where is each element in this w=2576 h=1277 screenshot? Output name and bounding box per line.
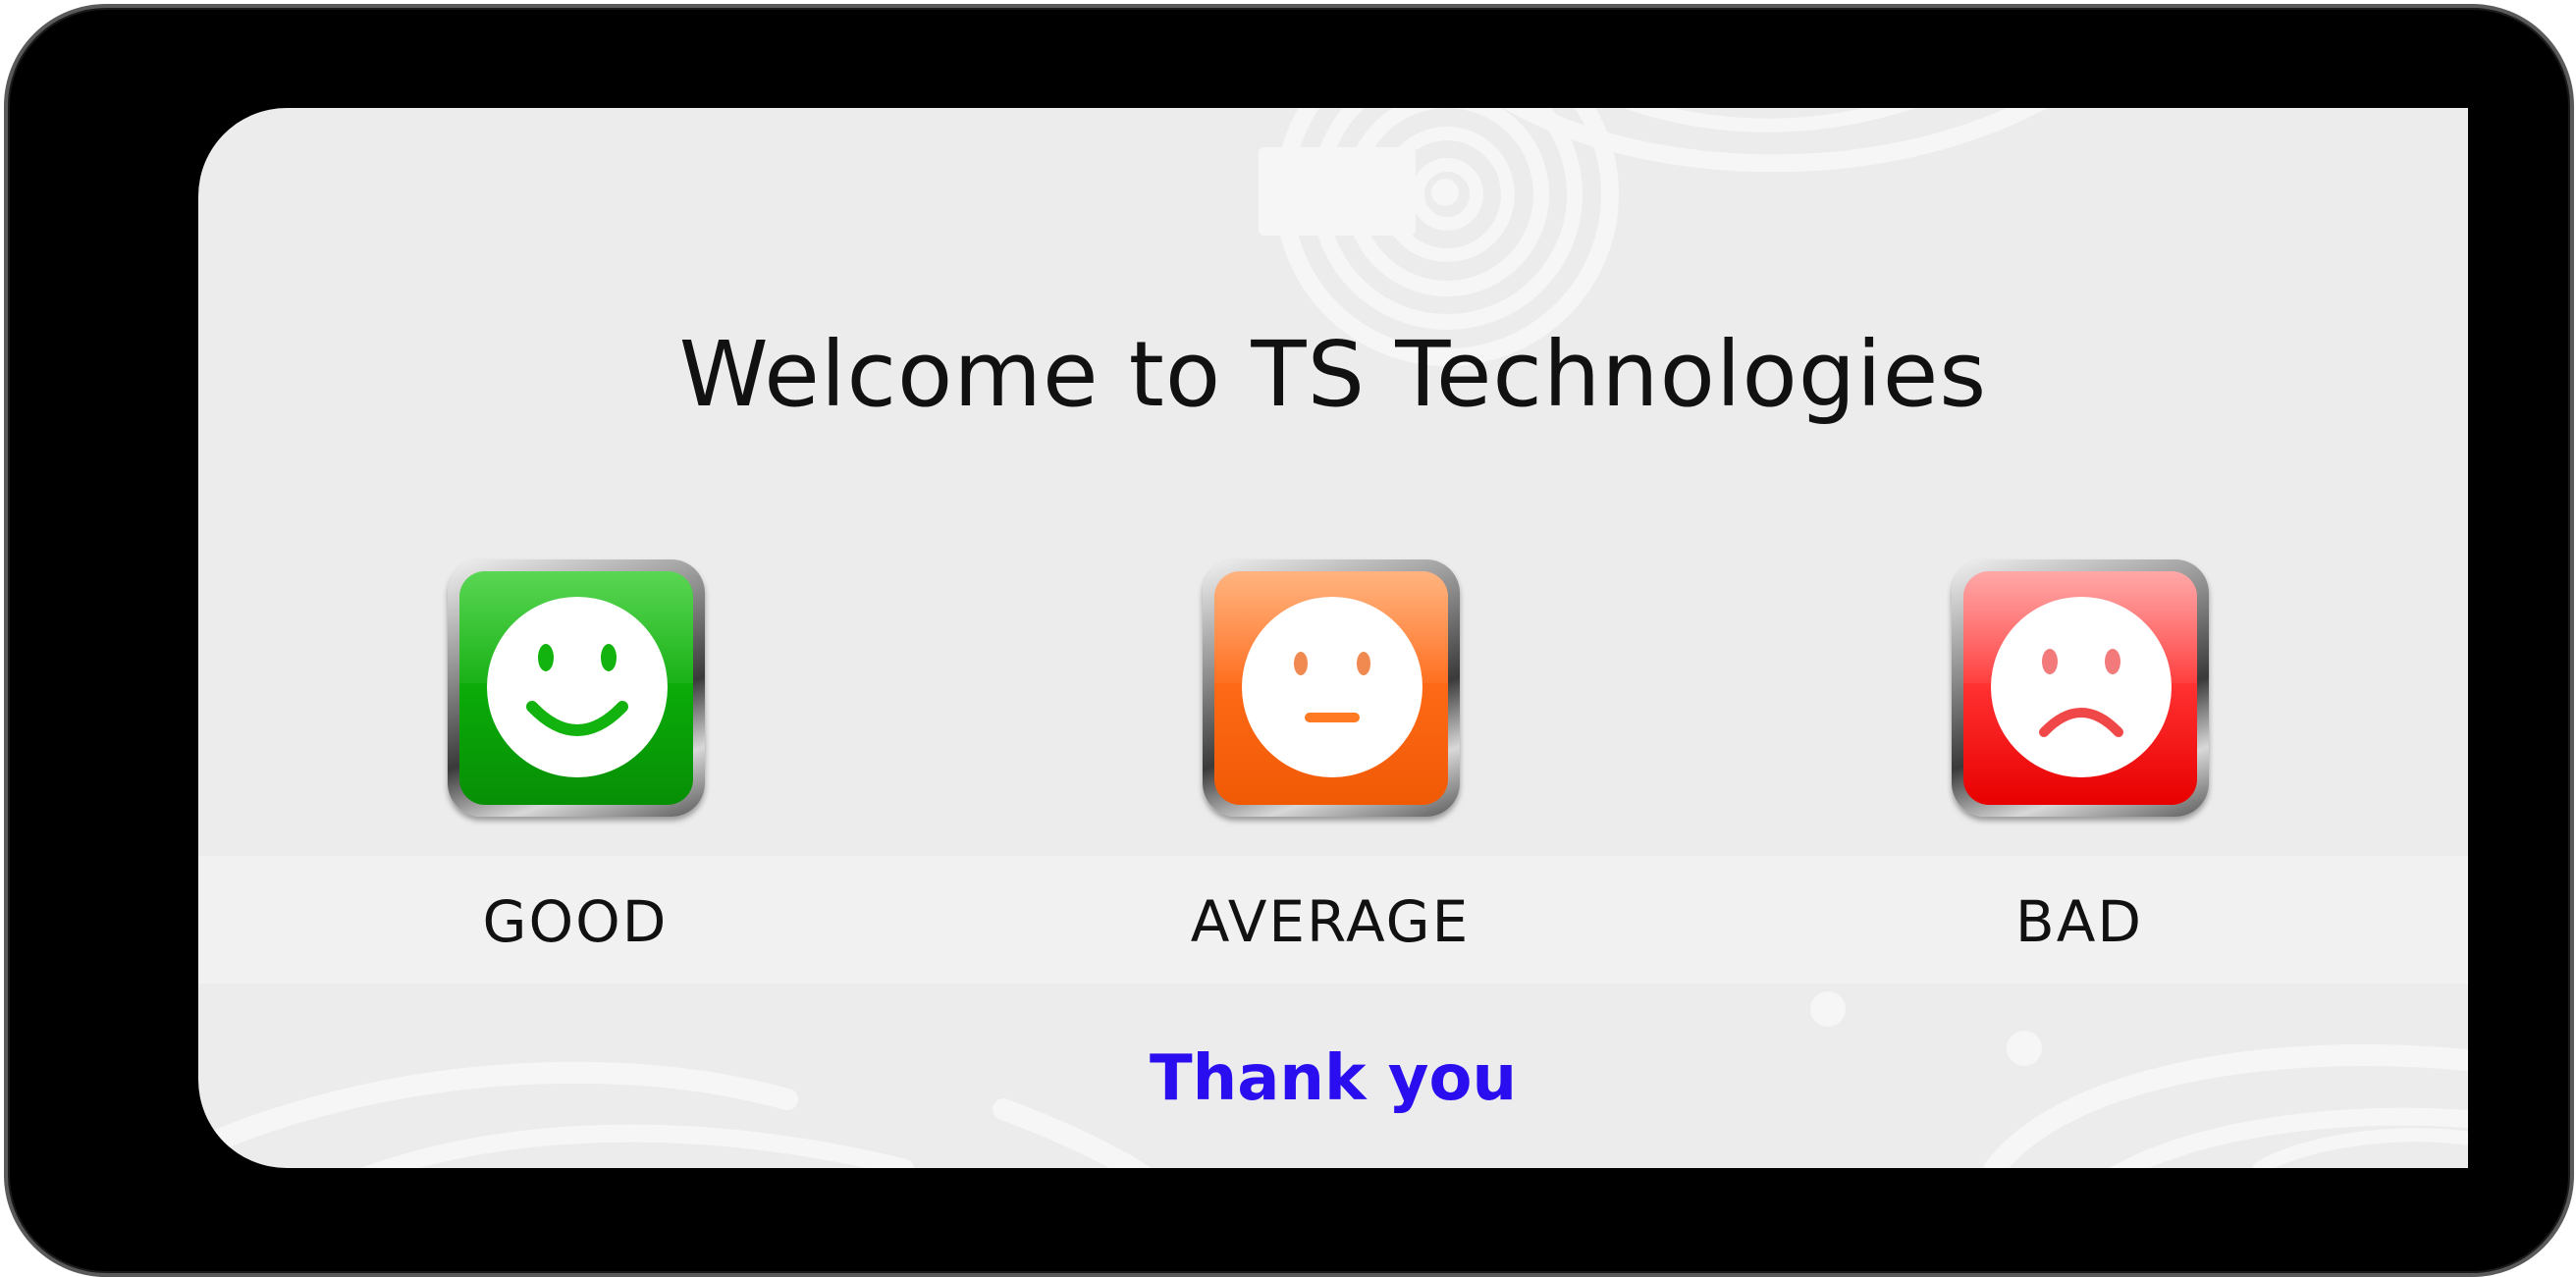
good-tile[interactable] (448, 559, 705, 817)
good-label: GOOD (482, 888, 669, 955)
sad-face-icon (1991, 597, 2172, 777)
page-title: Welcome to TS Technologies (678, 322, 1988, 427)
bad-label: BAD (2014, 888, 2144, 955)
thank-you-text: Thank you (1149, 1042, 1518, 1115)
average-tile[interactable] (1203, 559, 1460, 817)
bad-tile-face-area (1963, 571, 2197, 805)
bad-tile[interactable] (1952, 559, 2209, 817)
good-feedback-button[interactable]: GOOD (369, 559, 781, 991)
good-tile-face-area (459, 571, 693, 805)
average-label: AVERAGE (1190, 888, 1471, 955)
average-feedback-button[interactable]: AVERAGE (1124, 559, 1536, 991)
average-tile-face-area (1214, 571, 1448, 805)
neutral-face-icon (1242, 597, 1422, 777)
feedback-screen: Welcome to TS Technologies GOOD AVERAGE … (198, 108, 2468, 1168)
bad-feedback-button[interactable]: BAD (1873, 559, 2285, 991)
smile-face-icon (487, 597, 668, 777)
